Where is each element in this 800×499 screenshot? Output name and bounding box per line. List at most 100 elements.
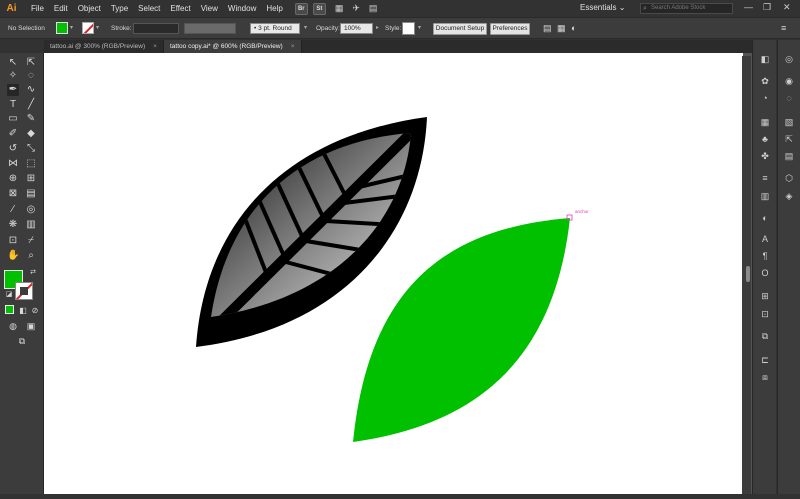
close-icon[interactable]: × [153,43,157,50]
fill-dropdown-icon[interactable]: ▾ [70,24,73,31]
document-info-icon[interactable]: ▤ [783,150,795,162]
screen-mode-icon[interactable]: ▣ [25,320,37,332]
opacity-dropdown-icon[interactable]: ▸ [376,24,379,31]
symbols-icon[interactable]: ✤ [759,150,771,162]
magic-wand-icon[interactable]: ✧ [7,70,19,82]
pathfinder-icon[interactable]: ⧉ [759,330,771,342]
artboards-icon[interactable]: ⧈ [759,371,771,383]
workspace-switcher[interactable]: Essentials ⌄ [580,3,625,12]
brush-dropdown-icon[interactable]: ▾ [304,24,307,31]
menu-effect[interactable]: Effect [165,4,195,13]
close-button[interactable]: ✕ [783,2,791,13]
hand-tool-icon[interactable]: ✋ [7,250,19,262]
none-mode-icon[interactable]: ⊘ [29,305,41,317]
stroke-dropdown-icon[interactable]: ▾ [96,24,99,31]
stroke-icon[interactable]: ≡ [759,172,771,184]
scroll-thumb[interactable] [746,266,750,282]
curvature-tool-icon[interactable]: ∿ [25,84,37,96]
selection-tool-icon[interactable]: ↖ [7,57,19,69]
menu-edit[interactable]: Edit [49,4,73,13]
gradient-icon[interactable]: ▥ [759,190,771,202]
menu-file[interactable]: File [26,4,49,13]
menu-help[interactable]: Help [261,4,287,13]
stroke-swatch[interactable] [82,22,94,34]
width-tool-icon[interactable]: ⋈ [7,158,19,170]
fill-swatch[interactable] [56,22,68,34]
document-setup-button[interactable]: Document Setup [433,23,487,35]
graphic-styles-icon[interactable]: ◉ [783,75,795,87]
menu-select[interactable]: Select [133,4,165,13]
bridge-button[interactable]: Br [294,2,308,15]
drawing-modes-icon[interactable]: ◍ [7,320,19,332]
paragraph-icon[interactable]: ¶ [759,250,771,262]
isolate-icon[interactable]: ◐ [571,23,576,33]
character-icon[interactable]: A [759,233,771,245]
links-icon[interactable]: ⊏ [759,354,771,366]
menu-view[interactable]: View [196,4,223,13]
swatches-icon[interactable]: ▦ [759,116,771,128]
slice-tool-icon[interactable]: ⌿ [25,235,37,247]
gradient-mode-icon[interactable]: ◧ [17,305,29,317]
preferences-button[interactable]: Preferences [490,23,530,35]
shape-builder-icon[interactable]: ⊕ [7,173,19,185]
free-transform-icon[interactable]: ⬚ [25,158,37,170]
scale-tool-icon[interactable]: ⤡ [25,143,37,155]
default-colors-icon[interactable]: ◪ [3,289,15,301]
edit-toolbar-icon[interactable]: ⧉ [16,335,28,347]
stroke-color-swatch[interactable] [15,282,33,300]
minimize-button[interactable]: — [744,2,753,12]
image-trace-icon[interactable]: ▧ [783,116,795,128]
libraries-icon[interactable]: ◎ [783,53,795,65]
menu-type[interactable]: Type [106,4,133,13]
style-swatch[interactable] [402,22,415,35]
tab-tattoo-copy[interactable]: tattoo copy.ai* @ 600% (RGB/Preview) × [164,40,302,53]
transform-icon[interactable]: ▦ [557,23,566,34]
rectangle-tool-icon[interactable]: ▭ [7,113,19,125]
menu-object[interactable]: Object [73,4,106,13]
properties-icon[interactable]: ◧ [759,53,771,65]
color-mode-icon[interactable] [5,305,14,314]
type-tool-icon[interactable]: T [7,99,19,111]
canvas-area[interactable] [44,53,752,494]
line-tool-icon[interactable]: ╱ [25,99,37,111]
symbol-sprayer-icon[interactable]: ❋ [7,219,19,231]
swap-fill-stroke-icon[interactable]: ⇄ [27,267,39,279]
gradient-tool-icon[interactable]: ▤ [25,188,37,200]
maximize-button[interactable]: ❐ [763,2,771,13]
blend-tool-icon[interactable]: ◎ [25,204,37,216]
pen-tool-icon[interactable]: ✒ [7,84,19,96]
opentype-icon[interactable]: O [759,267,771,279]
artboard[interactable] [44,53,743,494]
paintbrush-icon[interactable]: ✎ [25,113,37,125]
arrange-icon[interactable]: ▤ [369,3,378,14]
close-icon[interactable]: × [291,43,295,50]
column-graph-icon[interactable]: ▥ [25,219,37,231]
stroke-weight-field[interactable] [133,23,179,34]
style-dropdown-icon[interactable]: ▾ [418,24,421,31]
align-panel-icon[interactable]: ⊞ [759,290,771,302]
layers-icon[interactable]: ◈ [783,190,795,202]
shaper-tool-icon[interactable]: ✐ [7,128,19,140]
navigator-icon[interactable]: ⬡ [783,172,795,184]
appearance-icon[interactable]: ◌ [783,92,795,104]
perspective-grid-icon[interactable]: ⊞ [25,173,37,185]
color-guide-icon[interactable]: ◔ [759,92,771,104]
tab-tattoo[interactable]: tattoo.ai @ 300% (RGB/Preview) × [44,40,164,53]
artboard-tool-icon[interactable]: ⊡ [7,235,19,247]
arrange-documents-icon[interactable]: ▦ [335,3,344,14]
stock-button[interactable]: St [312,2,326,15]
brushes-icon[interactable]: ♣ [759,133,771,145]
lasso-icon[interactable]: ◌ [25,70,37,82]
transform-panel-icon[interactable]: ⊡ [759,308,771,320]
gpu-performance-icon[interactable]: ✈ [352,3,360,14]
opacity-field[interactable]: 100% [340,23,373,34]
transparency-icon[interactable]: ◐ [759,212,771,224]
brush-definition-field[interactable]: • 3 pt. Round [250,23,300,34]
direct-selection-tool-icon[interactable]: ⇱ [25,57,37,69]
asset-export-icon[interactable]: ⇱ [783,133,795,145]
mesh-tool-icon[interactable]: ⊠ [7,188,19,200]
menu-window[interactable]: Window [223,4,261,13]
color-icon[interactable]: ✿ [759,75,771,87]
align-icon[interactable]: ▤ [543,23,552,34]
eraser-icon[interactable]: ◆ [25,128,37,140]
